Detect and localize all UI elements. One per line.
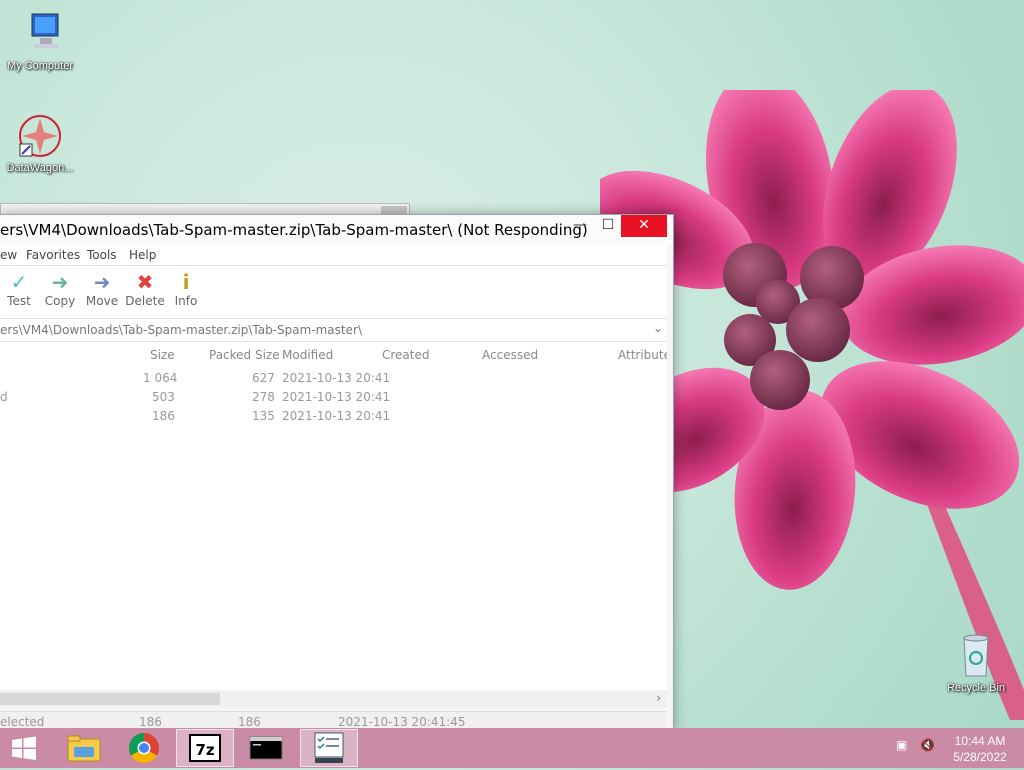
desktop-icon-datawagon[interactable]: DataWagon... bbox=[0, 112, 80, 174]
speaker-muted-icon[interactable]: 🔇 bbox=[920, 738, 935, 752]
move-label: Move bbox=[85, 294, 119, 308]
taskbar-chrome[interactable] bbox=[116, 729, 172, 767]
checkmark-icon: ✓ bbox=[10, 270, 28, 294]
copy-button[interactable]: ➜ Copy bbox=[38, 270, 82, 308]
window-title: ers\VM4\Downloads\Tab-Spam-master.zip\Ta… bbox=[0, 221, 588, 239]
test-label: Test bbox=[7, 294, 31, 308]
column-size[interactable]: Size bbox=[150, 348, 175, 362]
network-icon[interactable]: ▣ bbox=[896, 738, 907, 752]
computer-icon bbox=[16, 10, 64, 58]
taskbar-file-explorer[interactable] bbox=[56, 729, 112, 767]
recycle-bin-icon bbox=[952, 632, 1000, 680]
chevron-right-icon[interactable]: › bbox=[656, 691, 661, 705]
column-accessed[interactable]: Accessed bbox=[482, 348, 538, 362]
title-bar[interactable]: ers\VM4\Downloads\Tab-Spam-master.zip\Ta… bbox=[0, 215, 673, 245]
address-bar[interactable]: ers\VM4\Downloads\Tab-Spam-master.zip\Ta… bbox=[0, 319, 667, 342]
desktop-icon-label: My Computer bbox=[6, 60, 74, 72]
menu-help[interactable]: Help bbox=[129, 248, 156, 262]
status-packed: 186 bbox=[238, 715, 261, 729]
clock-time: 10:44 AM bbox=[954, 734, 1006, 748]
info-label: Info bbox=[174, 294, 198, 308]
clock-date: 5/28/2022 bbox=[953, 750, 1007, 764]
address-path[interactable]: ers\VM4\Downloads\Tab-Spam-master.zip\Ta… bbox=[0, 323, 362, 337]
datawagon-icon bbox=[16, 112, 64, 160]
close-button[interactable]: ✕ bbox=[621, 215, 667, 237]
column-modified[interactable]: Modified bbox=[282, 348, 333, 362]
status-size: 186 bbox=[139, 715, 162, 729]
menu-favorites[interactable]: Favorites bbox=[26, 248, 80, 262]
chevron-down-icon[interactable]: ⌄ bbox=[653, 321, 663, 335]
test-button[interactable]: ✓ Test bbox=[0, 270, 41, 308]
move-arrow-icon: ➜ bbox=[93, 270, 111, 294]
svg-text:7z: 7z bbox=[195, 741, 214, 759]
desktop-icon-label: DataWagon... bbox=[6, 162, 74, 174]
menu-tools[interactable]: Tools bbox=[87, 248, 117, 262]
taskbar-task-app[interactable] bbox=[300, 729, 358, 767]
status-selected: elected bbox=[0, 715, 45, 729]
column-attribute[interactable]: Attribute bbox=[618, 348, 667, 362]
menu-view[interactable]: ew bbox=[0, 248, 17, 262]
column-packed-size[interactable]: Packed Size bbox=[209, 348, 280, 362]
info-icon: i bbox=[182, 270, 190, 294]
taskbar-command-prompt[interactable] bbox=[238, 729, 294, 767]
scrollbar-thumb[interactable] bbox=[0, 693, 220, 705]
move-button[interactable]: ➜ Move bbox=[80, 270, 124, 308]
7zip-window[interactable]: ers\VM4\Downloads\Tab-Spam-master.zip\Ta… bbox=[0, 214, 674, 732]
toolbar: ✓ Test ➜ Copy ➜ Move ✖ Delete i Info bbox=[0, 266, 667, 319]
checklist-icon bbox=[314, 732, 344, 763]
horizontal-scrollbar[interactable]: › bbox=[0, 691, 667, 707]
delete-x-icon: ✖ bbox=[136, 270, 154, 294]
minimize-button[interactable]: — bbox=[566, 215, 594, 237]
menu-bar: ew Favorites Tools Help bbox=[0, 245, 667, 266]
status-modified: 2021-10-13 20:41:45 bbox=[338, 715, 466, 729]
clock[interactable]: 10:44 AM 5/28/2022 bbox=[948, 734, 1012, 764]
maximize-button[interactable]: ☐ bbox=[594, 215, 622, 237]
copy-label: Copy bbox=[44, 294, 76, 308]
taskbar-7zip[interactable]: 7z bbox=[176, 729, 234, 767]
start-button[interactable] bbox=[0, 729, 48, 767]
column-created[interactable]: Created bbox=[382, 348, 430, 362]
info-button[interactable]: i Info bbox=[164, 270, 208, 308]
delete-button[interactable]: ✖ Delete bbox=[123, 270, 167, 308]
desktop-icon-my-computer[interactable]: My Computer bbox=[0, 10, 80, 72]
windows-logo-icon bbox=[12, 736, 36, 760]
terminal-icon bbox=[249, 736, 283, 760]
desktop-icon-recycle-bin[interactable]: Recycle Bin bbox=[936, 632, 1016, 694]
delete-label: Delete bbox=[125, 294, 165, 308]
folder-icon bbox=[67, 735, 101, 762]
file-list[interactable]: Size Packed Size Modified Created Access… bbox=[0, 342, 667, 690]
desktop-icon-label: Recycle Bin bbox=[946, 682, 1006, 694]
copy-arrow-icon: ➜ bbox=[51, 270, 69, 294]
taskbar: 7z ▣ 🔇 10:44 AM 5/28/2022 bbox=[0, 728, 1024, 768]
7zip-icon: 7z bbox=[189, 734, 221, 762]
chrome-icon bbox=[128, 733, 159, 764]
